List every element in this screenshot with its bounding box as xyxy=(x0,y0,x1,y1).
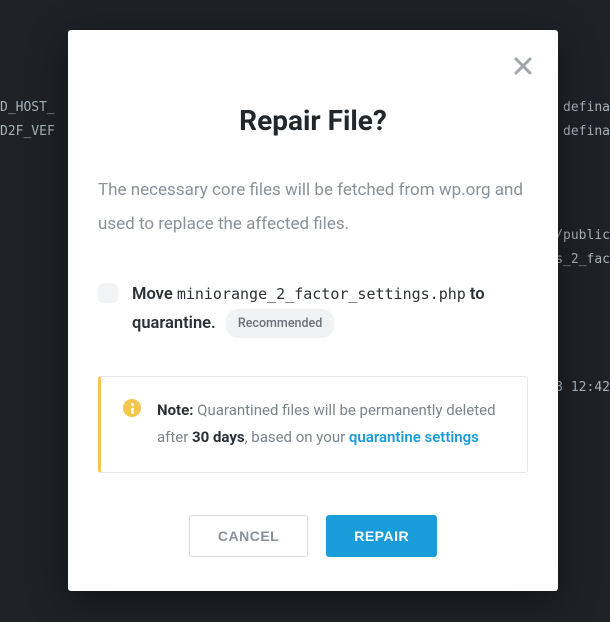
note-label: Note: xyxy=(157,401,193,419)
modal-actions: CANCEL REPAIR xyxy=(98,515,528,557)
quarantine-note: Note: Quarantined files will be permanen… xyxy=(98,376,528,473)
modal-description: The necessary core files will be fetched… xyxy=(98,173,528,241)
modal-title: Repair File? xyxy=(98,104,528,137)
quarantine-settings-link[interactable]: quarantine settings xyxy=(349,428,479,446)
quarantine-filename: miniorange_2_factor_settings.php xyxy=(177,285,466,303)
move-prefix: Move xyxy=(132,285,173,304)
quarantine-label: Move miniorange_2_factor_settings.php to… xyxy=(132,281,528,338)
cancel-button[interactable]: CANCEL xyxy=(189,515,308,557)
bg-code: /public xyxy=(555,228,610,243)
note-text: Note: Quarantined files will be permanen… xyxy=(157,397,505,450)
info-icon xyxy=(123,399,141,417)
bg-code: defina xyxy=(563,100,610,115)
bg-code: defina xyxy=(563,124,610,139)
repair-file-modal: Repair File? The necessary core files wi… xyxy=(68,30,558,591)
quarantine-checkbox[interactable] xyxy=(98,283,118,303)
repair-button[interactable]: REPAIR xyxy=(326,515,437,557)
bg-code: D_HOST_ xyxy=(0,100,55,115)
bg-code: D2F_VEF xyxy=(0,124,55,139)
close-icon[interactable] xyxy=(514,52,532,80)
bg-code: 3 12:42 xyxy=(555,380,610,395)
note-part2: , based on your xyxy=(245,428,349,446)
recommended-badge: Recommended xyxy=(226,309,334,338)
quarantine-option: Move miniorange_2_factor_settings.php to… xyxy=(98,281,528,338)
note-days: 30 days xyxy=(192,428,245,446)
bg-code: s_2_fac xyxy=(555,252,610,267)
